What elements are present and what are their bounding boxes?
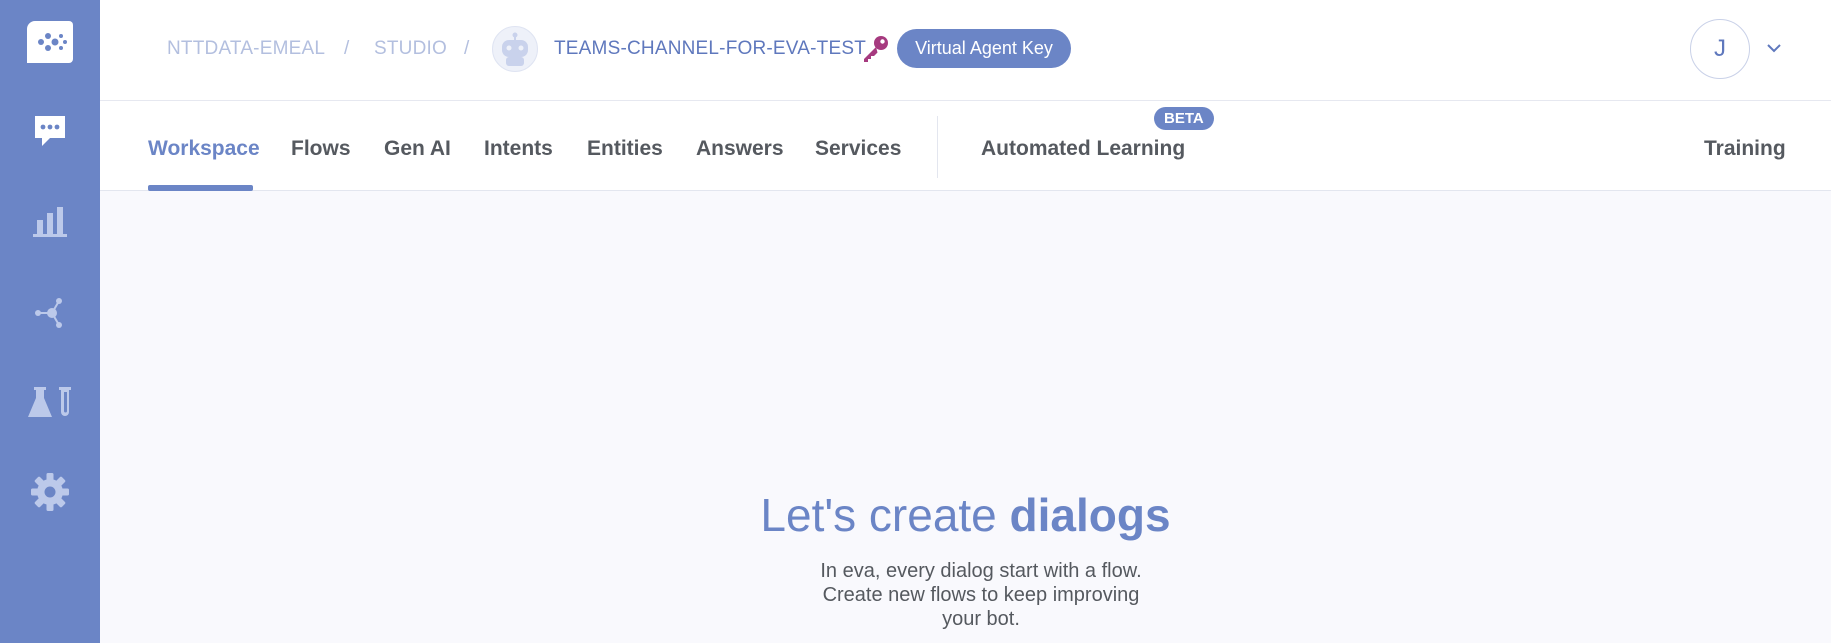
main-area: NTTDATA-EMEAL / STUDIO / TEAMS-CHANNEL-F… — [100, 0, 1831, 643]
tab-gen-ai[interactable]: Gen AI — [384, 137, 451, 161]
beta-badge: BETA — [1154, 107, 1214, 130]
eva-logo-icon[interactable] — [0, 8, 100, 78]
empty-state-title-prefix: Let's create — [760, 489, 997, 541]
tab-answers[interactable]: Answers — [696, 137, 784, 161]
breadcrumb-org[interactable]: NTTDATA-EMEAL — [167, 38, 325, 60]
chevron-down-icon[interactable] — [1766, 40, 1782, 58]
empty-state-description: In eva, every dialog start with a flow. … — [820, 560, 1142, 630]
tab-intents[interactable]: Intents — [484, 137, 553, 161]
lab-flask-icon[interactable] — [0, 367, 100, 437]
tab-services[interactable]: Services — [815, 137, 901, 161]
breadcrumb-separator: / — [464, 38, 470, 59]
chat-bubble-icon[interactable] — [0, 96, 100, 166]
top-header: NTTDATA-EMEAL / STUDIO / TEAMS-CHANNEL-F… — [100, 0, 1831, 101]
gear-icon[interactable] — [0, 457, 100, 527]
tab-automated-learning[interactable]: Automated Learning — [981, 137, 1185, 161]
network-icon[interactable] — [0, 278, 100, 348]
breadcrumb-bot[interactable]: TEAMS-CHANNEL-FOR-EVA-TEST — [554, 38, 866, 60]
robot-icon — [502, 32, 528, 66]
nav-tabs: Workspace Flows Gen AI Intents Entities … — [100, 101, 1831, 191]
breadcrumb-studio[interactable]: STUDIO — [374, 38, 447, 60]
tab-flows[interactable]: Flows — [291, 137, 351, 161]
tab-divider — [937, 116, 938, 178]
tab-entities[interactable]: Entities — [587, 137, 663, 161]
tab-workspace[interactable]: Workspace — [148, 137, 260, 161]
empty-state-title-bold: dialogs — [1009, 489, 1171, 541]
active-tab-indicator — [148, 185, 253, 191]
key-icon[interactable] — [860, 34, 890, 69]
breadcrumb-separator: / — [344, 38, 350, 59]
user-avatar[interactable]: J — [1690, 19, 1750, 79]
empty-state-title: Let's create dialogs — [100, 488, 1831, 542]
left-sidebar — [0, 0, 100, 643]
tab-training[interactable]: Training — [1704, 137, 1786, 161]
bar-chart-icon[interactable] — [0, 186, 100, 256]
virtual-agent-key-button[interactable]: Virtual Agent Key — [897, 29, 1071, 68]
bot-avatar — [492, 26, 538, 72]
